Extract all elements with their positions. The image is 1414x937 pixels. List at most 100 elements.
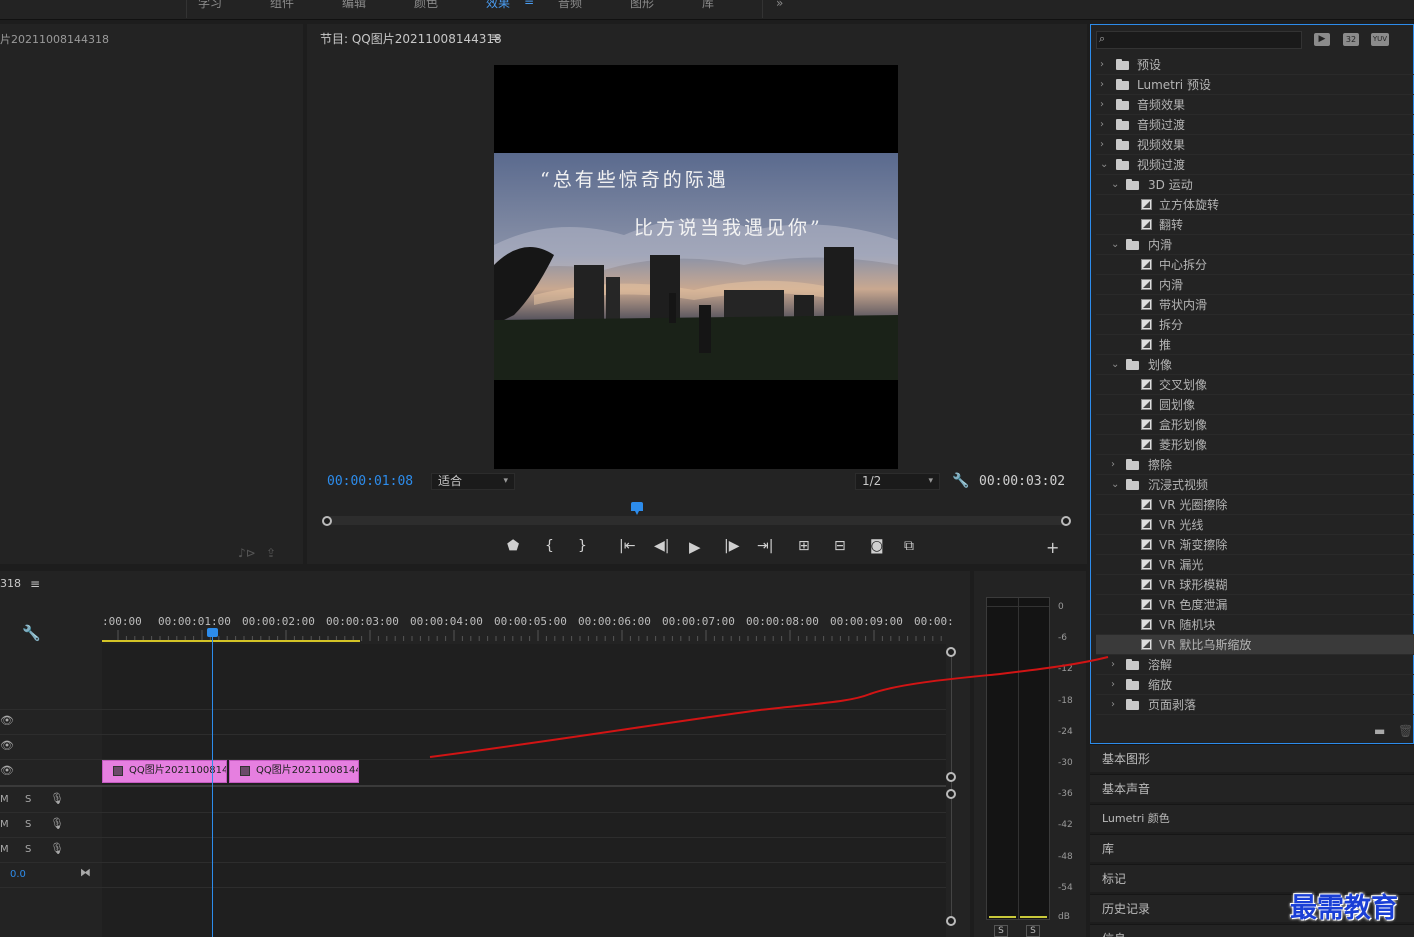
effects-item[interactable]: VR 光线 — [1096, 515, 1414, 535]
workspace-tab-libraries[interactable]: 库 — [702, 0, 714, 11]
effects-search-input[interactable]: ⌕ — [1096, 31, 1302, 49]
chevron-right-icon[interactable]: › — [1100, 95, 1110, 115]
export-frame-icon[interactable]: ⇪ — [266, 546, 276, 560]
chevron-down-icon[interactable]: ⌄ — [1111, 175, 1121, 195]
track-eye-icon[interactable]: 👁 — [0, 739, 14, 752]
effects-folder[interactable]: › 视频效果 — [1096, 135, 1414, 155]
side-panel-info[interactable]: 信息 — [1090, 924, 1414, 937]
track-solo-button[interactable]: S — [25, 794, 31, 805]
effects-folder[interactable]: › 预设 — [1096, 55, 1414, 75]
workspace-tab-graphics[interactable]: 图形 — [630, 0, 654, 11]
meter-solo-right-button[interactable]: S — [1026, 925, 1040, 937]
track-mute-button[interactable]: M — [0, 819, 9, 830]
chevron-right-icon[interactable]: › — [1100, 75, 1110, 95]
effects-item[interactable]: 交叉划像 — [1096, 375, 1414, 395]
vscroll-handle-mid[interactable] — [946, 772, 956, 782]
effects-item[interactable]: 立方体旋转 — [1096, 195, 1414, 215]
track-eye-icon[interactable]: 👁 — [0, 714, 14, 727]
effects-folder[interactable]: › 音频效果 — [1096, 95, 1414, 115]
chevron-right-icon[interactable]: › — [1111, 675, 1121, 695]
mark-in-icon[interactable]: { — [545, 538, 554, 554]
vscroll-handle-bottom[interactable] — [946, 916, 956, 926]
master-track-icon[interactable]: ⧓ — [80, 866, 91, 879]
lift-icon[interactable]: ⊞ — [798, 538, 810, 554]
track-mute-button[interactable]: M — [0, 794, 9, 805]
track-mute-button[interactable]: M — [0, 844, 9, 855]
chevron-down-icon[interactable]: ⌄ — [1111, 235, 1121, 255]
effects-item[interactable]: VR 漏光 — [1096, 555, 1414, 575]
side-panel-essential-sound[interactable]: 基本声音 — [1090, 774, 1414, 802]
effects-item[interactable]: VR 默比乌斯缩放 — [1096, 635, 1414, 655]
effects-item[interactable]: VR 色度泄漏 — [1096, 595, 1414, 615]
workspace-tab-learn[interactable]: 学习 — [198, 0, 222, 11]
fit-dropdown[interactable]: 适合 ▾ — [431, 473, 515, 490]
chevron-right-icon[interactable]: › — [1100, 55, 1110, 75]
effects-item[interactable]: 推 — [1096, 335, 1414, 355]
effects-folder[interactable]: › 缩放 — [1096, 675, 1414, 695]
32bit-effects-icon[interactable]: 32 — [1343, 33, 1359, 46]
timeline-clip[interactable]: QQ图片202110081443 — [229, 760, 359, 783]
go-to-in-icon[interactable]: |⇤ — [619, 538, 635, 554]
current-timecode[interactable]: 00:00:01:08 — [327, 474, 413, 489]
comparison-view-icon[interactable]: ⧉ — [904, 538, 914, 554]
track-solo-button[interactable]: S — [25, 819, 31, 830]
chevron-down-icon[interactable]: ⌄ — [1111, 355, 1121, 375]
chevron-down-icon[interactable]: ⌄ — [1111, 475, 1121, 495]
workspace-tab-assembly[interactable]: 组件 — [270, 0, 294, 11]
timeline-playhead-handle[interactable] — [207, 628, 218, 637]
effects-item[interactable]: 圆划像 — [1096, 395, 1414, 415]
insert-icon[interactable]: ♪⊳ — [238, 546, 256, 560]
timeline-vscroll-track[interactable] — [951, 652, 952, 922]
microphone-icon[interactable]: 🎙 — [50, 842, 64, 855]
timeline-clip[interactable]: QQ图片20211008144 — [102, 760, 227, 783]
effects-item[interactable]: VR 随机块 — [1096, 615, 1414, 635]
track-eye-icon[interactable]: 👁 — [0, 764, 14, 777]
chevron-right-icon[interactable]: › — [1111, 655, 1121, 675]
effects-item[interactable]: 拆分 — [1096, 315, 1414, 335]
effects-folder[interactable]: › Lumetri 预设 — [1096, 75, 1414, 95]
effects-item[interactable]: 内滑 — [1096, 275, 1414, 295]
chevron-right-icon[interactable]: › — [1100, 135, 1110, 155]
effects-folder[interactable]: › 音频过渡 — [1096, 115, 1414, 135]
timeline-settings-wrench-icon[interactable]: 🔧 — [22, 624, 41, 642]
effects-folder[interactable]: ⌄ 3D 运动 — [1096, 175, 1414, 195]
new-bin-icon[interactable]: ▬ — [1374, 724, 1385, 738]
effects-folder[interactable]: ⌄ 划像 — [1096, 355, 1414, 375]
microphone-icon[interactable]: 🎙 — [50, 792, 64, 805]
vscroll-handle-mid2[interactable] — [946, 789, 956, 799]
side-panel-essential-graphics[interactable]: 基本图形 — [1090, 744, 1414, 772]
mark-out-icon[interactable]: } — [578, 538, 587, 554]
effects-item[interactable]: VR 球形模糊 — [1096, 575, 1414, 595]
wrench-icon[interactable]: 🔧 — [952, 473, 969, 489]
scrub-end-handle[interactable] — [1061, 516, 1071, 526]
meter-solo-left-button[interactable]: S — [994, 925, 1008, 937]
chevron-down-icon[interactable]: ⌄ — [1100, 155, 1110, 175]
effects-item[interactable]: 翻转 — [1096, 215, 1414, 235]
effects-item[interactable]: 中心拆分 — [1096, 255, 1414, 275]
effects-folder[interactable]: › 擦除 — [1096, 455, 1414, 475]
microphone-icon[interactable]: 🎙 — [50, 817, 64, 830]
side-panel-lumetri-color[interactable]: Lumetri 颜色 — [1090, 804, 1414, 832]
side-panel-libraries[interactable]: 库 — [1090, 834, 1414, 862]
workspace-tab-color[interactable]: 颜色 — [414, 0, 438, 11]
timeline-menu-icon[interactable]: ≡ — [30, 577, 40, 591]
effects-folder[interactable]: › 溶解 — [1096, 655, 1414, 675]
workspace-tab-editing[interactable]: 编辑 — [342, 0, 366, 11]
effects-item[interactable]: 菱形划像 — [1096, 435, 1414, 455]
extract-icon[interactable]: ⊟ — [834, 538, 846, 554]
effects-item[interactable]: 盒形划像 — [1096, 415, 1414, 435]
yuv-effects-icon[interactable]: YUV — [1371, 33, 1389, 46]
effects-item[interactable]: VR 渐变擦除 — [1096, 535, 1414, 555]
workspace-tab-effects[interactable]: 效果 — [486, 0, 510, 11]
effects-folder[interactable]: ⌄ 内滑 — [1096, 235, 1414, 255]
chevron-right-icon[interactable]: › — [1111, 695, 1121, 715]
delete-icon[interactable]: 🗑 — [1398, 724, 1413, 738]
effects-folder[interactable]: ⌄ 视频过渡 — [1096, 155, 1414, 175]
go-to-out-icon[interactable]: ⇥| — [757, 538, 773, 554]
button-editor-plus-icon[interactable]: + — [1046, 538, 1059, 557]
effects-item[interactable]: 带状内滑 — [1096, 295, 1414, 315]
chevron-right-icon[interactable]: › — [1111, 455, 1121, 475]
effects-folder[interactable]: › 页面剥落 — [1096, 695, 1414, 715]
workspace-more-icon[interactable]: » — [776, 0, 783, 10]
effects-folder[interactable]: ⌄ 沉浸式视频 — [1096, 475, 1414, 495]
